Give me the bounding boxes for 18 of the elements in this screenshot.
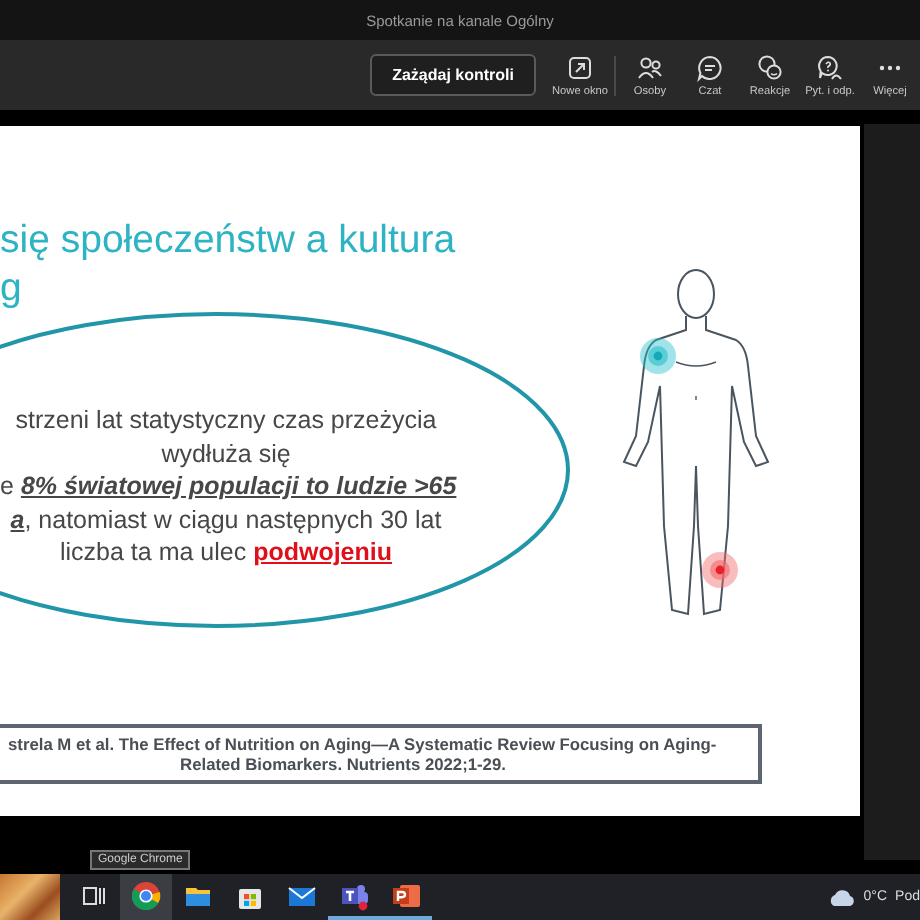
knee-pain-marker (702, 552, 738, 588)
chat-icon (696, 53, 724, 81)
new-window-icon (566, 53, 594, 81)
slide-title: się społeczeństw a kultura (0, 218, 456, 264)
chrome-icon (130, 879, 162, 911)
slide-text: strzeni lat statystyczny czas przeżycia wydłuża się e 8% światowej populacji to ludzie >65 a, natomiast w ciągu następnych 30 lat liczba ta ma ulec podwojeniu (0, 404, 452, 569)
cloud-icon[interactable] (827, 887, 856, 907)
request-control-button[interactable]: Zażądaj kontroli (370, 54, 536, 96)
shoulder-pain-marker (640, 338, 676, 374)
teams-icon (338, 879, 370, 911)
photo-placeholder (0, 874, 60, 920)
powerpoint-icon (390, 879, 422, 911)
people-icon (636, 53, 664, 81)
question-bubble-icon (816, 53, 844, 81)
smiley-icon (756, 53, 784, 81)
chrome-taskbar-button[interactable] (120, 874, 172, 920)
citation-box: strela M et al. The Effect of Nutrition on Aging—A Systematic Review Focusing on Aging- Related Biomarkers. Nutrients 2022;1-29. (0, 724, 762, 784)
slide-title: g (0, 266, 22, 312)
